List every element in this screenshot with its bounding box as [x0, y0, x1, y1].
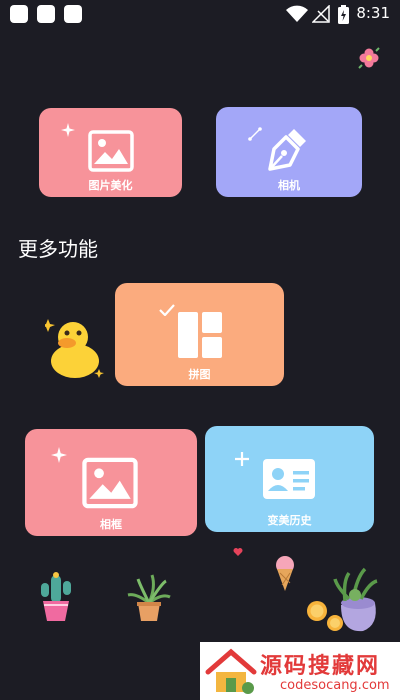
check-icon	[159, 304, 175, 316]
pen-nib-icon	[268, 129, 306, 171]
app-notification-icon	[10, 5, 28, 23]
sparkle-icon	[51, 447, 67, 463]
status-time: 8:31	[356, 4, 390, 22]
photo-beautify-card[interactable]: 图片美化	[39, 108, 182, 197]
watermark-banner: 源码搜藏网 codesocang.com	[200, 642, 400, 700]
ice-cream-icon	[276, 556, 294, 591]
status-bar: 8:31	[0, 0, 400, 28]
flower-icon	[358, 47, 380, 69]
app-notification-icon	[64, 5, 82, 23]
image-icon	[82, 457, 138, 509]
frame-label: 相框	[100, 518, 122, 531]
collage-label: 拼图	[188, 368, 211, 381]
photo-beautify-label: 图片美化	[88, 179, 133, 192]
beauty-history-card[interactable]: 变美历史	[205, 426, 374, 532]
camera-card[interactable]: 相机	[216, 107, 362, 197]
watermark-subtitle: codesocang.com	[280, 678, 390, 693]
section-title-more-features: 更多功能	[18, 237, 98, 261]
wifi-icon	[286, 5, 308, 22]
watermark-title: 源码搜藏网	[260, 654, 381, 679]
house-logo-icon	[205, 648, 257, 694]
battery-icon	[338, 5, 349, 24]
succulent-icon	[307, 567, 378, 632]
signal-icon	[312, 5, 330, 23]
id-card-icon	[263, 459, 315, 499]
frame-card[interactable]: 相框	[25, 429, 197, 536]
plant-icon	[127, 574, 171, 621]
line-decoration-icon	[248, 127, 262, 141]
camera-label: 相机	[278, 179, 300, 192]
layout-grid-icon	[178, 312, 222, 358]
collage-card[interactable]: 拼图	[115, 283, 284, 386]
cactus-icon	[41, 572, 71, 621]
image-icon	[88, 130, 134, 172]
plus-icon	[235, 452, 249, 466]
sparkle-icon	[61, 123, 75, 137]
heart-icon	[233, 548, 243, 556]
duck-icon	[45, 319, 104, 378]
app-notification-icon	[37, 5, 55, 23]
beauty-history-label: 变美历史	[267, 514, 312, 527]
